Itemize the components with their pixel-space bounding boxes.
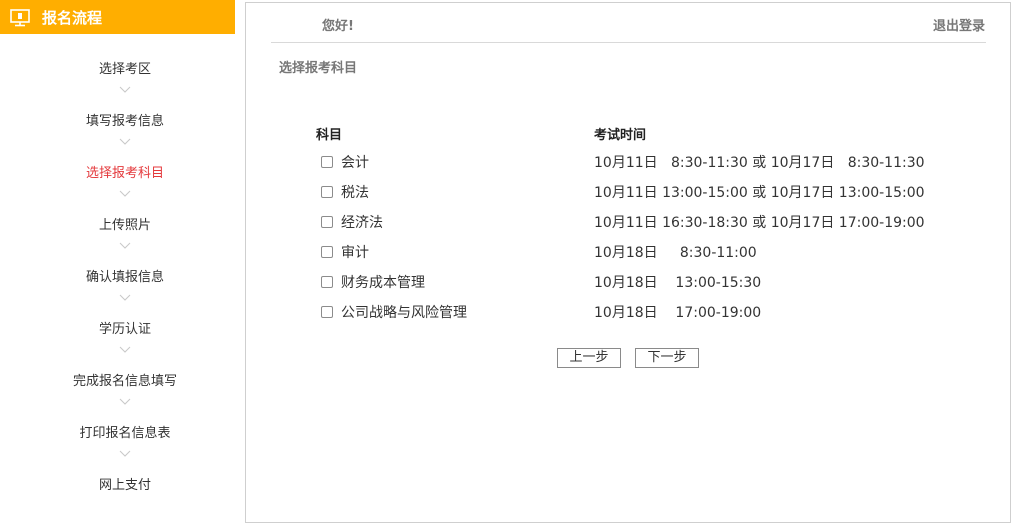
table-row: 会计 10月11日 8:30-11:30 或 10月17日 8:30-11:30 (316, 147, 936, 177)
subject-name: 审计 (341, 245, 369, 261)
step-item[interactable]: 填写报考信息 (0, 108, 250, 160)
subject-checkbox[interactable] (321, 276, 333, 288)
step-item-active[interactable]: 选择报考科目 (0, 160, 250, 212)
exam-time: 10月11日 13:00-15:00 或 10月17日 13:00-15:00 (594, 185, 925, 201)
step-label: 打印报名信息表 (79, 426, 171, 441)
monitor-icon (10, 9, 30, 27)
subject-cell: 税法 (316, 177, 594, 207)
chevron-down-icon (119, 86, 131, 93)
main-panel: 您好! 退出登录 选择报考科目 科目 考试时间 会计 10月11日 8:30-1… (245, 2, 1011, 523)
step-label: 填写报考信息 (85, 114, 164, 129)
exam-time: 10月18日 13:00-15:30 (594, 275, 762, 291)
exam-time: 10月11日 8:30-11:30 或 10月17日 8:30-11:30 (594, 155, 925, 171)
table-row: 财务成本管理 10月18日 13:00-15:30 (316, 267, 936, 297)
step-label: 上传照片 (98, 218, 151, 233)
subject-cell: 审计 (316, 237, 594, 267)
column-header-time: 考试时间 (594, 127, 647, 143)
subject-checkbox[interactable] (321, 216, 333, 228)
exam-time: 10月18日 8:30-11:00 (594, 245, 757, 261)
step-label: 选择报考科目 (85, 166, 164, 181)
column-header-subject: 科目 (316, 127, 343, 143)
chevron-down-icon (119, 450, 131, 457)
chevron-down-icon (119, 138, 131, 145)
table-row: 公司战略与风险管理 10月18日 17:00-19:00 (316, 297, 936, 327)
chevron-down-icon (119, 190, 131, 197)
step-item[interactable]: 上传照片 (0, 212, 250, 264)
step-label: 确认填报信息 (85, 270, 164, 285)
logout-link[interactable]: 退出登录 (933, 15, 985, 34)
greeting-text: 您好! (322, 19, 354, 34)
subject-checkbox[interactable] (321, 306, 333, 318)
subject-name: 经济法 (341, 215, 383, 231)
step-list: 选择考区 填写报考信息 选择报考科目 上传照片 确认填报信息 学历认证 完成报名… (0, 56, 250, 524)
subject-name: 税法 (341, 185, 369, 201)
step-label: 选择考区 (98, 62, 151, 77)
table-header-row: 科目 考试时间 (316, 119, 936, 147)
chevron-down-icon (119, 346, 131, 353)
step-item[interactable]: 确认填报信息 (0, 264, 250, 316)
next-step-button[interactable]: 下一步 (635, 348, 699, 368)
exam-time: 10月18日 17:00-19:00 (594, 305, 762, 321)
step-item[interactable]: 网上支付 (0, 472, 250, 524)
exam-time: 10月11日 16:30-18:30 或 10月17日 17:00-19:00 (594, 215, 925, 231)
chevron-down-icon (119, 398, 131, 405)
table-row: 审计 10月18日 8:30-11:00 (316, 237, 936, 267)
subject-checkbox[interactable] (321, 156, 333, 168)
subject-checkbox[interactable] (321, 246, 333, 258)
step-item[interactable]: 完成报名信息填写 (0, 368, 250, 420)
sidebar-title: 报名流程 (42, 9, 103, 27)
subject-cell: 会计 (316, 147, 594, 177)
subject-checkbox[interactable] (321, 186, 333, 198)
table-row: 经济法 10月11日 16:30-18:30 或 10月17日 17:00-19… (316, 207, 936, 237)
step-item[interactable]: 选择考区 (0, 56, 250, 108)
sidebar-header: 报名流程 (0, 0, 235, 34)
subject-table: 科目 考试时间 会计 10月11日 8:30-11:30 或 10月17日 8:… (316, 119, 936, 327)
subject-name: 公司战略与风险管理 (341, 305, 467, 321)
section-title: 选择报考科目 (279, 61, 358, 76)
chevron-down-icon (119, 242, 131, 249)
subject-cell: 公司战略与风险管理 (316, 297, 594, 327)
subject-cell: 财务成本管理 (316, 267, 594, 297)
subject-cell: 经济法 (316, 207, 594, 237)
step-label: 学历认证 (98, 322, 151, 337)
subject-name: 会计 (341, 155, 369, 171)
step-item[interactable]: 打印报名信息表 (0, 420, 250, 472)
subject-name: 财务成本管理 (341, 275, 425, 291)
table-row: 税法 10月11日 13:00-15:00 或 10月17日 13:00-15:… (316, 177, 936, 207)
step-item[interactable]: 学历认证 (0, 316, 250, 368)
prev-step-button[interactable]: 上一步 (557, 348, 621, 368)
sidebar: 报名流程 选择考区 填写报考信息 选择报考科目 上传照片 确认填报信息 学历认证… (0, 0, 235, 524)
chevron-down-icon (119, 294, 131, 301)
step-label: 网上支付 (98, 478, 151, 493)
header-divider (271, 42, 986, 43)
step-label: 完成报名信息填写 (72, 374, 177, 389)
